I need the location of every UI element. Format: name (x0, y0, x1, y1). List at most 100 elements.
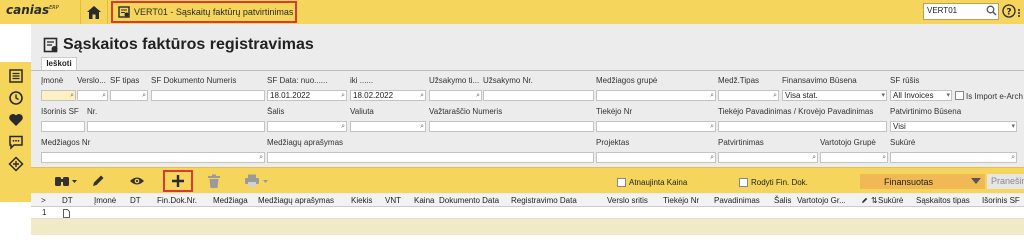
search-icon[interactable] (986, 5, 997, 16)
financing-status-select[interactable]: Visa stat. ▾ (782, 90, 887, 101)
search-icon[interactable]: ⌕ (142, 91, 146, 100)
column-header[interactable]: DT (130, 196, 141, 205)
favorite-icon[interactable] (8, 112, 24, 128)
chevron-down-icon[interactable]: ▾ (881, 91, 885, 100)
filter-label-nr: Nr. (87, 107, 98, 116)
order-type-input[interactable]: ⌕ (429, 90, 482, 101)
company-input[interactable]: ⌕ (41, 90, 76, 101)
search-icon[interactable]: ⌕ (773, 91, 777, 100)
search-icon[interactable]: ⌕ (102, 91, 106, 100)
material-type-input[interactable]: ⌕ (718, 90, 779, 101)
notification-button[interactable]: Pranešima (987, 174, 1024, 189)
column-header[interactable]: Fin.Dok.Nr. (157, 196, 197, 205)
search-icon[interactable]: ⌕ (259, 153, 263, 162)
renewed-price-label: Atnaujinta Kaina (629, 178, 688, 187)
search-icon[interactable]: ⌕ (812, 153, 816, 162)
history-icon[interactable] (8, 90, 24, 106)
nr-input[interactable] (87, 121, 265, 132)
eye-icon (130, 177, 144, 185)
binoculars-button[interactable] (53, 173, 79, 189)
currency-input[interactable]: ⌕ (350, 121, 426, 132)
network-icon[interactable] (8, 156, 24, 172)
column-header[interactable]: Verslo sritis (607, 196, 648, 205)
column-header[interactable]: Vartotojo Gr... (797, 196, 861, 205)
approval-status-select[interactable]: Visi ▾ (890, 121, 1017, 132)
list-icon[interactable] (8, 68, 24, 84)
chevron-down-icon[interactable]: ▾ (946, 91, 950, 100)
material-no-input[interactable]: ⌕ (41, 152, 265, 163)
column-header[interactable]: > (41, 196, 46, 205)
supplier-name-input[interactable] (718, 121, 887, 132)
home-button[interactable] (80, 0, 108, 24)
search-icon[interactable]: ⌕ (70, 91, 74, 100)
material-group-input[interactable]: ⌕ (596, 90, 716, 101)
active-transaction-tab[interactable]: VERT01 - Sąskaitų faktūrų patvirtinimas (111, 1, 297, 23)
business-area-input[interactable]: ⌕ (77, 90, 108, 101)
invoice-kind-select[interactable]: All Invoices ▾ (890, 90, 952, 101)
table-row[interactable]: 1 (31, 207, 1024, 219)
column-header[interactable]: VNT (385, 196, 401, 205)
search-icon[interactable]: ⌕ (882, 153, 886, 162)
search-icon[interactable]: ⌕ (420, 91, 424, 100)
material-desc-input[interactable] (267, 152, 594, 163)
search-icon[interactable]: ⌕ (1011, 153, 1015, 162)
help-icon[interactable]: ? (1002, 4, 1016, 18)
column-header[interactable]: Sukūrė (878, 196, 903, 205)
column-header[interactable]: DT (62, 196, 73, 205)
column-header[interactable]: Tiekėjo Nr (663, 196, 699, 205)
filter-label-created-by: Sukūrė (890, 138, 916, 147)
chevron-down-icon[interactable]: ▾ (1011, 122, 1015, 131)
search-icon[interactable]: ⌕ (710, 122, 714, 131)
doc-number-input[interactable] (151, 90, 265, 101)
message-icon[interactable] (8, 134, 24, 150)
column-header[interactable]: Pavadinimas (714, 196, 760, 205)
search-icon[interactable]: ⌕ (420, 122, 424, 131)
renewed-price-checkbox[interactable] (617, 178, 626, 187)
tab-search[interactable]: Ieškoti (41, 57, 77, 70)
column-header[interactable]: Medžiagų aprašymas (258, 196, 334, 205)
column-header[interactable]: Kiekis (351, 196, 372, 205)
invoice-type-input[interactable]: ⌕ (110, 90, 148, 101)
search-icon[interactable]: ⌕ (341, 91, 345, 100)
show-fin-doc-checkbox[interactable] (739, 178, 748, 187)
user-group-input[interactable]: ⌕ (820, 152, 888, 163)
column-header[interactable]: Išorinis SF (982, 196, 1024, 205)
date-to-input[interactable]: 18.02.2022 ⌕ (350, 90, 426, 101)
add-button[interactable] (163, 170, 193, 192)
financing-status-dropdown[interactable]: Finansuotas (860, 174, 985, 189)
column-header[interactable]: Registravimo Data (511, 196, 577, 205)
sort-icon[interactable]: ⇅ (871, 196, 878, 205)
more-icon[interactable] (1016, 8, 1022, 18)
column-header[interactable]: Įmonė (94, 196, 116, 205)
delete-button[interactable] (205, 173, 223, 189)
view-button[interactable] (128, 173, 146, 189)
column-header[interactable]: Sąskaitos tipas (916, 196, 970, 205)
column-header[interactable]: Medžiaga (213, 196, 248, 205)
svg-text:?: ? (1006, 7, 1011, 17)
project-input[interactable]: ⌕ (596, 152, 716, 163)
search-icon[interactable]: ⌕ (710, 153, 714, 162)
order-number-input[interactable] (483, 90, 594, 101)
filter-label-approval: Patvirtinimas (718, 138, 764, 147)
column-header[interactable]: Kaina (414, 196, 434, 205)
filter-label-date-to: iki ...... (350, 76, 374, 85)
filter-label-supplier-name: Tiekėjo Pavadinimas / Krovėjo Pavadinima… (718, 107, 874, 116)
waybill-input[interactable] (429, 121, 594, 132)
print-button[interactable] (243, 173, 271, 189)
edit-button[interactable] (89, 173, 107, 189)
date-from-input[interactable]: 18.01.2022 ⌕ (267, 90, 347, 101)
supplier-no-input[interactable]: ⌕ (596, 121, 716, 132)
column-header[interactable]: Dokumento Data (439, 196, 499, 205)
country-input[interactable]: ⌕ (267, 121, 347, 132)
top-bar: caniasERP VERT01 - Sąskaitų faktūrų patv… (0, 0, 1024, 24)
column-header[interactable]: Šalis (774, 196, 791, 205)
external-invoice-input[interactable] (41, 121, 85, 132)
search-icon[interactable]: ⌕ (341, 122, 345, 131)
binoculars-icon (55, 177, 77, 186)
search-icon[interactable]: ⌕ (710, 91, 714, 100)
search-icon[interactable]: ⌕ (476, 91, 480, 100)
import-e-archive-checkbox[interactable] (955, 91, 964, 100)
canias-logo: caniasERP (6, 3, 59, 17)
created-by-input[interactable]: ⌕ (890, 152, 1017, 163)
approval-input[interactable]: ⌕ (718, 152, 818, 163)
